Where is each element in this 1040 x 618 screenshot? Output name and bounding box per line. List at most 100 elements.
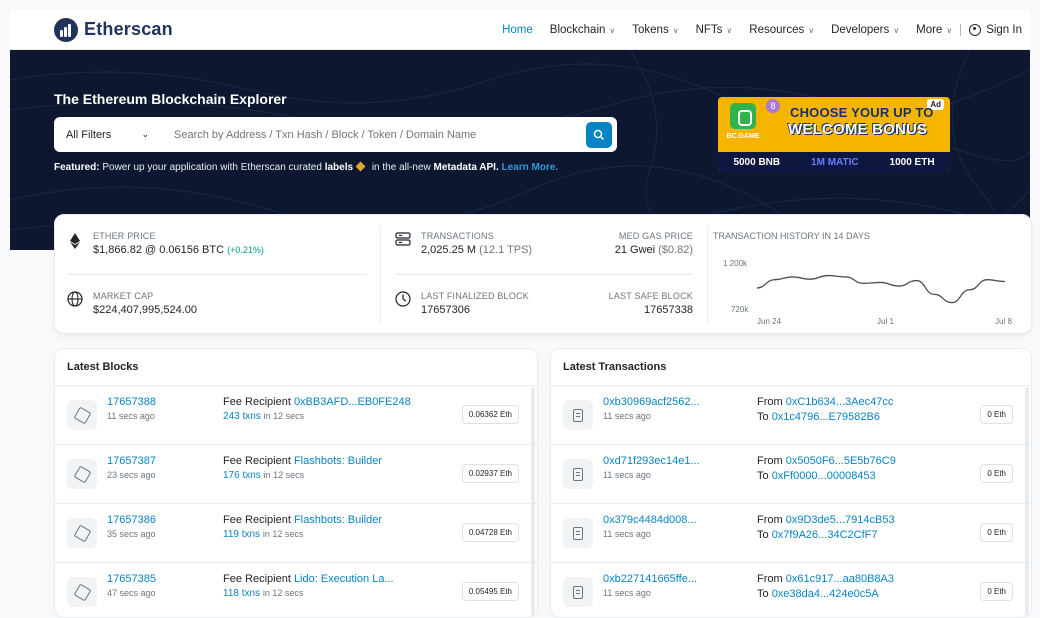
featured-text-1: Power up your application with Etherscan… bbox=[99, 162, 325, 173]
block-icon-box bbox=[67, 459, 97, 489]
search-button[interactable] bbox=[586, 121, 612, 148]
stat-divider bbox=[67, 274, 367, 275]
block-icon-box bbox=[67, 577, 97, 607]
chart-plot bbox=[753, 272, 1009, 307]
chart-point-jul-7[interactable] bbox=[983, 276, 991, 284]
last-safe-value[interactable]: 17657338 bbox=[644, 304, 693, 316]
block-time: in 12 secs bbox=[262, 588, 304, 598]
chart-point-jun-26[interactable] bbox=[788, 273, 796, 281]
nav-resources[interactable]: Resources ∨ bbox=[749, 24, 814, 36]
transaction-info: 0xb227141665ffe... 11 secs ago bbox=[603, 573, 697, 598]
from-label: From bbox=[757, 396, 783, 408]
network-stats-card: ETHER PRICE $1,866.82 @ 0.06156 BTC (+0.… bbox=[54, 214, 1032, 334]
block-info: 17657385 47 secs ago bbox=[107, 573, 156, 598]
block-row: 17657385 47 secs ago Fee Recipient Lido:… bbox=[55, 563, 537, 617]
transactions-scrollbar[interactable] bbox=[1025, 387, 1029, 617]
block-details: Fee Recipient Flashbots: Builder 176 txn… bbox=[223, 455, 382, 481]
chart-point-jun-28[interactable] bbox=[824, 272, 832, 280]
from-address-link[interactable]: 0x5050F6...5E5b76C9 bbox=[786, 455, 896, 467]
transaction-hash-link[interactable]: 0x379c4484d008... bbox=[603, 514, 697, 526]
chart-point-jul-2[interactable] bbox=[895, 282, 903, 290]
chart-point-jun-24[interactable] bbox=[753, 284, 761, 292]
transaction-hash-link[interactable]: 0xb227141665ffe... bbox=[603, 573, 697, 585]
to-address-link[interactable]: 0x7f9A26...34C2CfF7 bbox=[772, 529, 878, 541]
fee-recipient-link[interactable]: Flashbots: Builder bbox=[294, 514, 382, 526]
ether-price-stat: ETHER PRICE $1,866.82 @ 0.06156 BTC (+0.… bbox=[93, 231, 264, 256]
chart-point-jul-5[interactable] bbox=[948, 299, 956, 307]
featured-label: Featured: bbox=[54, 162, 100, 173]
transaction-age: 11 secs ago bbox=[603, 411, 651, 421]
chart-point-jul-4[interactable] bbox=[930, 290, 938, 298]
block-number-link[interactable]: 17657385 bbox=[107, 573, 156, 585]
from-address-link[interactable]: 0x9D3de5...7914cB53 bbox=[786, 514, 895, 526]
fee-recipient-link[interactable]: Flashbots: Builder bbox=[294, 455, 382, 467]
fee-recipient-link[interactable]: 0xBB3AFD...EB0FE248 bbox=[294, 396, 411, 408]
transactions-label: TRANSACTIONS bbox=[421, 231, 494, 241]
transaction-history-chart: TRANSACTION HISTORY IN 14 DAYS 1 200k 72… bbox=[713, 223, 1013, 329]
to-address-link[interactable]: 0xe38da4...424e0c5A bbox=[772, 588, 879, 600]
nav-label: Tokens bbox=[632, 24, 669, 36]
ad-offer-matic: 1M MATIC bbox=[811, 156, 859, 168]
ether-price-value[interactable]: $1,866.82 @ 0.06156 BTC bbox=[93, 244, 224, 256]
chart-point-jun-30[interactable] bbox=[859, 279, 867, 287]
nav-developers[interactable]: Developers ∨ bbox=[831, 24, 899, 36]
transactions-list: 0xb30969acf2562... 11 secs ago From 0xC1… bbox=[551, 386, 1031, 617]
bcgame-ad-banner[interactable]: BC.GAME 8 Ad CHOOSE YOUR UP TO WELCOME B… bbox=[718, 97, 950, 172]
from-address-link[interactable]: 0xC1b634...3Aec47cc bbox=[786, 396, 894, 408]
tps-value: (12.1 TPS) bbox=[479, 244, 533, 256]
chevron-down-icon: ∨ bbox=[893, 25, 900, 35]
gas-price-value[interactable]: 21 Gwei bbox=[615, 244, 655, 256]
block-txns-link[interactable]: 118 txns bbox=[223, 588, 260, 599]
nav-label: Blockchain bbox=[549, 24, 606, 36]
last-finalized-value[interactable]: 17657306 bbox=[421, 304, 470, 316]
block-txns-link[interactable]: 176 txns bbox=[223, 470, 261, 481]
last-finalized-label: LAST FINALIZED BLOCK bbox=[421, 291, 529, 301]
block-info: 17657387 23 secs ago bbox=[107, 455, 156, 480]
ether-price-label: ETHER PRICE bbox=[93, 231, 156, 241]
block-time: in 12 secs bbox=[263, 411, 305, 421]
etherscan-logo[interactable]: Etherscan bbox=[54, 17, 173, 42]
from-address-link[interactable]: 0x61c917...aa80B8A3 bbox=[786, 573, 894, 585]
chevron-down-icon: ∨ bbox=[808, 25, 815, 35]
nav-tokens[interactable]: Tokens ∨ bbox=[632, 24, 678, 36]
block-number-link[interactable]: 17657386 bbox=[107, 514, 156, 526]
transaction-hash-link[interactable]: 0xd71f293ec14e1... bbox=[603, 455, 700, 467]
chart-point-jun-27[interactable] bbox=[806, 275, 814, 283]
block-time: in 12 secs bbox=[262, 529, 304, 539]
transaction-hash-link[interactable]: 0xb30969acf2562... bbox=[603, 396, 700, 408]
search-input[interactable] bbox=[164, 128, 586, 141]
logo-text: Etherscan bbox=[84, 19, 173, 39]
nav-label: Resources bbox=[749, 24, 805, 36]
featured-labels-link[interactable]: labels bbox=[325, 162, 353, 173]
block-txns-link[interactable]: 243 txns bbox=[223, 411, 261, 422]
learn-more-link[interactable]: Learn More. bbox=[502, 162, 559, 173]
fee-recipient-link[interactable]: Lido: Execution La... bbox=[294, 573, 394, 585]
chart-point-jul-6[interactable] bbox=[966, 286, 974, 294]
nav-more[interactable]: More ∨ bbox=[916, 24, 952, 36]
chart-point-jun-25[interactable] bbox=[771, 276, 779, 284]
metadata-api-link[interactable]: Metadata API. bbox=[434, 162, 499, 173]
to-address-link[interactable]: 0xFf0000...00008453 bbox=[772, 470, 876, 482]
transaction-row: 0xd71f293ec14e1... 11 secs ago From 0x50… bbox=[551, 445, 1031, 504]
blocks-scrollbar[interactable] bbox=[531, 387, 535, 617]
block-number-link[interactable]: 17657387 bbox=[107, 455, 156, 467]
nav-nfts[interactable]: NFTs ∨ bbox=[696, 24, 733, 36]
nav-home[interactable]: Home bbox=[502, 24, 533, 36]
to-address-link[interactable]: 0x1c4796...E79582B6 bbox=[772, 411, 880, 423]
block-number-link[interactable]: 17657388 bbox=[107, 396, 156, 408]
transactions-value[interactable]: 2,025.25 M bbox=[421, 244, 476, 256]
chart-point-jun-29[interactable] bbox=[842, 273, 850, 281]
chart-point-jul-1[interactable] bbox=[877, 278, 885, 286]
sign-in-link[interactable]: Sign In bbox=[969, 24, 1022, 36]
chart-point-jul-3[interactable] bbox=[912, 277, 920, 285]
cube-icon bbox=[73, 406, 91, 424]
block-txns-link[interactable]: 119 txns bbox=[223, 529, 260, 540]
fee-recipient-label: Fee Recipient bbox=[223, 396, 291, 408]
to-label: To bbox=[757, 588, 769, 600]
block-icon-box bbox=[67, 400, 97, 430]
filter-dropdown[interactable]: All Filters ⌄ bbox=[54, 128, 164, 141]
nav-blockchain[interactable]: Blockchain ∨ bbox=[550, 24, 615, 36]
chart-point-jul-8[interactable] bbox=[1001, 278, 1009, 286]
transaction-details: From 0x9D3de5...7914cB53 To 0x7f9A26...3… bbox=[757, 514, 895, 541]
transaction-row: 0x379c4484d008... 11 secs ago From 0x9D3… bbox=[551, 504, 1031, 563]
